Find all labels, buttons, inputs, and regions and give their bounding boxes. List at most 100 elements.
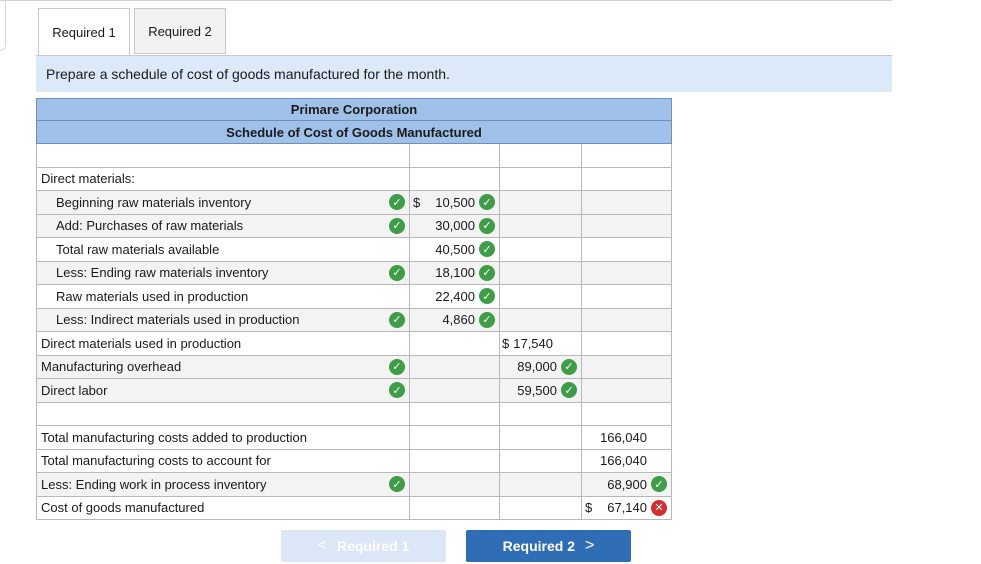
amount-cell[interactable]: 68,900 ✓ xyxy=(581,473,672,496)
amount-cell[interactable]: $ 67,140 ✕ xyxy=(581,496,672,519)
check-icon: ✓ xyxy=(389,217,405,234)
amount-cell[interactable] xyxy=(409,496,499,519)
amount-cell[interactable] xyxy=(499,261,581,284)
check-icon: ✓ xyxy=(651,476,667,493)
amount-cell[interactable] xyxy=(499,308,581,331)
amount-cell[interactable] xyxy=(581,285,672,308)
label-cell[interactable]: Raw materials used in production xyxy=(36,285,409,308)
label-cell[interactable]: Manufacturing overhead ✓ xyxy=(36,355,409,378)
label-cell[interactable]: Cost of goods manufactured xyxy=(36,496,409,519)
amount-cell[interactable] xyxy=(581,191,672,214)
amount-cell[interactable] xyxy=(581,355,672,378)
currency-symbol: $ xyxy=(413,194,421,210)
label-cell[interactable]: Total manufacturing costs added to produ… xyxy=(36,426,409,449)
table-row: Total raw materials available 40,500 ✓ xyxy=(36,238,672,262)
amount-cell[interactable] xyxy=(499,496,581,519)
amount-cell[interactable]: 166,040 xyxy=(581,426,672,449)
amount-cell[interactable] xyxy=(409,144,499,167)
amount-cell[interactable] xyxy=(581,238,672,261)
check-icon: ✓ xyxy=(479,241,495,258)
next-button-label: Required 2 xyxy=(502,538,575,554)
check-icon: ✓ xyxy=(479,264,495,281)
check-icon: ✓ xyxy=(479,194,495,211)
next-button[interactable]: Required 2 > xyxy=(466,530,631,562)
prev-button-label: Required 1 xyxy=(336,538,410,554)
check-icon: ✓ xyxy=(561,382,577,399)
table-row xyxy=(36,402,672,426)
currency-symbol: $ xyxy=(585,500,593,516)
amount-cell[interactable] xyxy=(499,167,581,190)
label-cell[interactable]: Beginning raw materials inventory ✓ xyxy=(36,191,409,214)
table-row: Add: Purchases of raw materials ✓ 30,000… xyxy=(36,214,672,238)
check-icon: ✓ xyxy=(561,358,577,375)
amount-cell[interactable] xyxy=(499,238,581,261)
amount-cell[interactable]: 18,100 ✓ xyxy=(409,261,499,284)
label-cell[interactable]: Total raw materials available xyxy=(36,238,409,261)
amount-cell[interactable]: 59,500 ✓ xyxy=(499,379,581,402)
amount-cell[interactable] xyxy=(499,426,581,449)
amount-cell[interactable] xyxy=(581,379,672,402)
schedule-title: Schedule of Cost of Goods Manufactured xyxy=(36,121,672,144)
label-cell[interactable]: Less: Ending work in process inventory ✓ xyxy=(36,473,409,496)
amount-cell[interactable]: 89,000 ✓ xyxy=(499,355,581,378)
amount-cell[interactable] xyxy=(409,426,499,449)
label-cell[interactable]: Less: Indirect materials used in product… xyxy=(36,308,409,331)
amount-cell[interactable] xyxy=(409,449,499,472)
amount-cell[interactable] xyxy=(409,473,499,496)
amount-cell[interactable] xyxy=(409,332,499,355)
amount-cell[interactable] xyxy=(499,214,581,237)
table-row: Less: Ending raw materials inventory ✓ 1… xyxy=(36,261,672,285)
amount-cell[interactable] xyxy=(499,473,581,496)
amount-cell[interactable]: $ 17,540 xyxy=(499,332,581,355)
table-row: Manufacturing overhead ✓ 89,000 ✓ xyxy=(36,355,672,379)
check-icon: ✓ xyxy=(479,288,495,305)
tab-required-1[interactable]: Required 1 xyxy=(38,8,130,56)
label-cell[interactable]: Direct materials: xyxy=(36,167,409,190)
label-cell[interactable] xyxy=(36,144,409,167)
top-divider xyxy=(0,0,892,1)
amount-cell[interactable] xyxy=(581,167,672,190)
amount-cell[interactable] xyxy=(499,402,581,425)
chevron-left-icon: < xyxy=(317,537,327,554)
amount-cell[interactable] xyxy=(409,355,499,378)
amount-cell[interactable]: 40,500 ✓ xyxy=(409,238,499,261)
label-cell[interactable]: Add: Purchases of raw materials ✓ xyxy=(36,214,409,237)
check-icon: ✓ xyxy=(479,311,495,328)
amount-cell[interactable]: 22,400 ✓ xyxy=(409,285,499,308)
amount-cell[interactable] xyxy=(409,167,499,190)
amount-cell[interactable] xyxy=(581,261,672,284)
amount-cell[interactable] xyxy=(409,379,499,402)
table-row: Direct labor ✓ 59,500 ✓ xyxy=(36,379,672,403)
table-row: Raw materials used in production 22,400 … xyxy=(36,285,672,309)
amount-cell[interactable] xyxy=(499,144,581,167)
label-cell[interactable] xyxy=(36,402,409,425)
label-cell[interactable]: Direct labor ✓ xyxy=(36,379,409,402)
x-icon: ✕ xyxy=(651,499,667,516)
instruction-banner: Prepare a schedule of cost of goods manu… xyxy=(36,56,892,92)
amount-cell[interactable]: $ 10,500 ✓ xyxy=(409,191,499,214)
amount-cell[interactable] xyxy=(581,214,672,237)
check-icon: ✓ xyxy=(479,217,495,234)
amount-cell[interactable] xyxy=(499,285,581,308)
prev-button[interactable]: < Required 1 xyxy=(281,530,446,562)
label-cell[interactable]: Direct materials used in production xyxy=(36,332,409,355)
table-row: Beginning raw materials inventory ✓ $ 10… xyxy=(36,191,672,215)
amount-cell[interactable] xyxy=(581,308,672,331)
amount-cell[interactable] xyxy=(499,449,581,472)
amount-cell[interactable]: 166,040 xyxy=(581,449,672,472)
amount-cell[interactable] xyxy=(581,144,672,167)
instruction-text: Prepare a schedule of cost of goods manu… xyxy=(46,66,450,82)
check-icon: ✓ xyxy=(389,194,405,211)
amount-cell[interactable] xyxy=(499,191,581,214)
table-row: Total manufacturing costs to account for… xyxy=(36,449,672,473)
amount-cell[interactable] xyxy=(581,332,672,355)
label-cell[interactable]: Less: Ending raw materials inventory ✓ xyxy=(36,261,409,284)
amount-cell[interactable] xyxy=(409,402,499,425)
amount-cell[interactable] xyxy=(581,402,672,425)
amount-cell[interactable]: 30,000 ✓ xyxy=(409,214,499,237)
tab-required-2[interactable]: Required 2 xyxy=(134,8,226,54)
label-cell[interactable]: Total manufacturing costs to account for xyxy=(36,449,409,472)
amount-cell[interactable]: 4,860 ✓ xyxy=(409,308,499,331)
currency-symbol: $ xyxy=(502,335,510,351)
chevron-right-icon: > xyxy=(585,537,595,554)
